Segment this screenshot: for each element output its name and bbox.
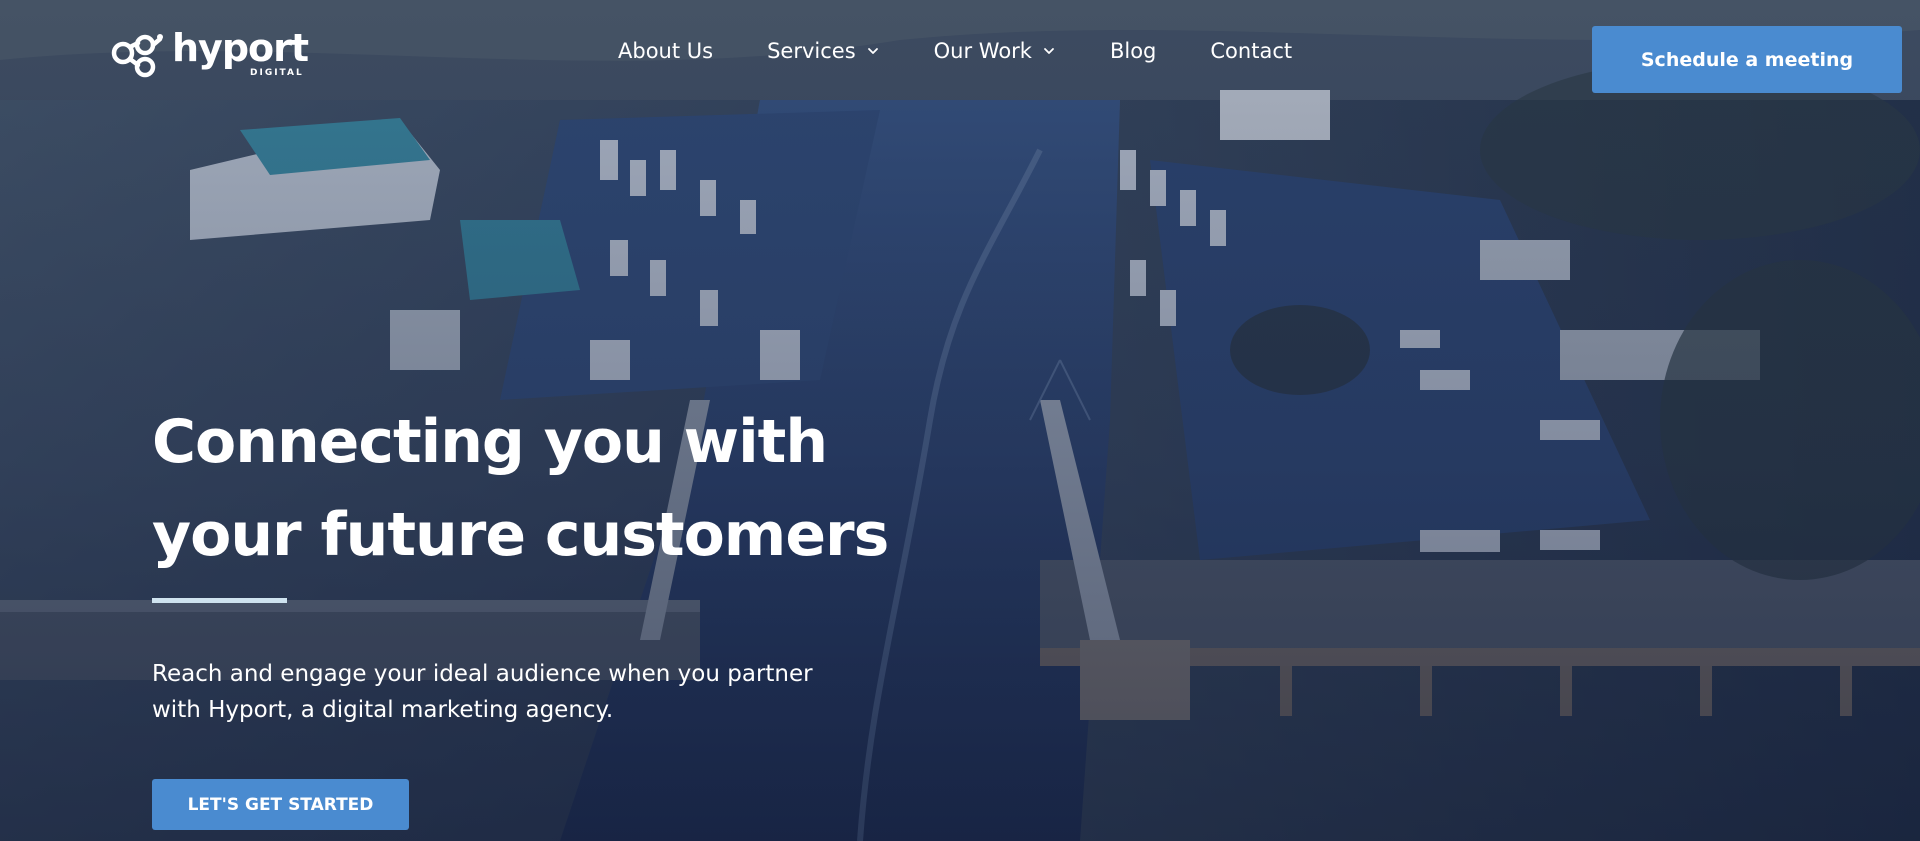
brand-logo[interactable]: hyport DIGITAL xyxy=(108,24,309,84)
nav-item-label: Our Work xyxy=(933,39,1032,63)
nav-item-label: Services xyxy=(767,39,856,63)
nav-item-label: Contact xyxy=(1210,39,1293,63)
hero-headline-line-2: your future customers xyxy=(152,500,889,570)
nav-item-blog[interactable]: Blog xyxy=(1110,39,1156,63)
chevron-down-icon xyxy=(1044,48,1054,54)
headline-divider xyxy=(152,598,287,603)
brand-name: hyport xyxy=(172,26,309,70)
site-header: hyport DIGITAL About Us Services Our Wor… xyxy=(0,0,1920,116)
nav-item-about-us[interactable]: About Us xyxy=(618,39,713,63)
nav-item-our-work[interactable]: Our Work xyxy=(934,39,1056,63)
nav-item-label: Blog xyxy=(1109,39,1157,63)
get-started-button[interactable]: LET'S GET STARTED xyxy=(152,779,409,830)
brand-subtitle: DIGITAL xyxy=(250,68,304,78)
nav-item-contact[interactable]: Contact xyxy=(1210,39,1292,63)
schedule-meeting-button[interactable]: Schedule a meeting xyxy=(1592,26,1902,93)
hero-headline: Connecting you with your future customer… xyxy=(152,396,952,582)
nav-item-label: About Us xyxy=(618,39,714,63)
hero-subtext-line-2: with Hyport, a digital marketing agency. xyxy=(152,697,614,723)
hyport-logo-icon xyxy=(111,34,163,78)
hero-section: hyport DIGITAL About Us Services Our Wor… xyxy=(0,0,1920,841)
main-nav: About Us Services Our Work Blog Contact xyxy=(618,36,1292,66)
hero-subtext: Reach and engage your ideal audience whe… xyxy=(152,656,892,728)
hero-headline-line-1: Connecting you with xyxy=(152,407,828,477)
hero-subtext-line-1: Reach and engage your ideal audience whe… xyxy=(152,661,813,687)
chevron-down-icon xyxy=(867,48,878,54)
brand-wordmark: hyport DIGITAL xyxy=(172,24,309,84)
nav-item-services[interactable]: Services xyxy=(767,39,880,63)
